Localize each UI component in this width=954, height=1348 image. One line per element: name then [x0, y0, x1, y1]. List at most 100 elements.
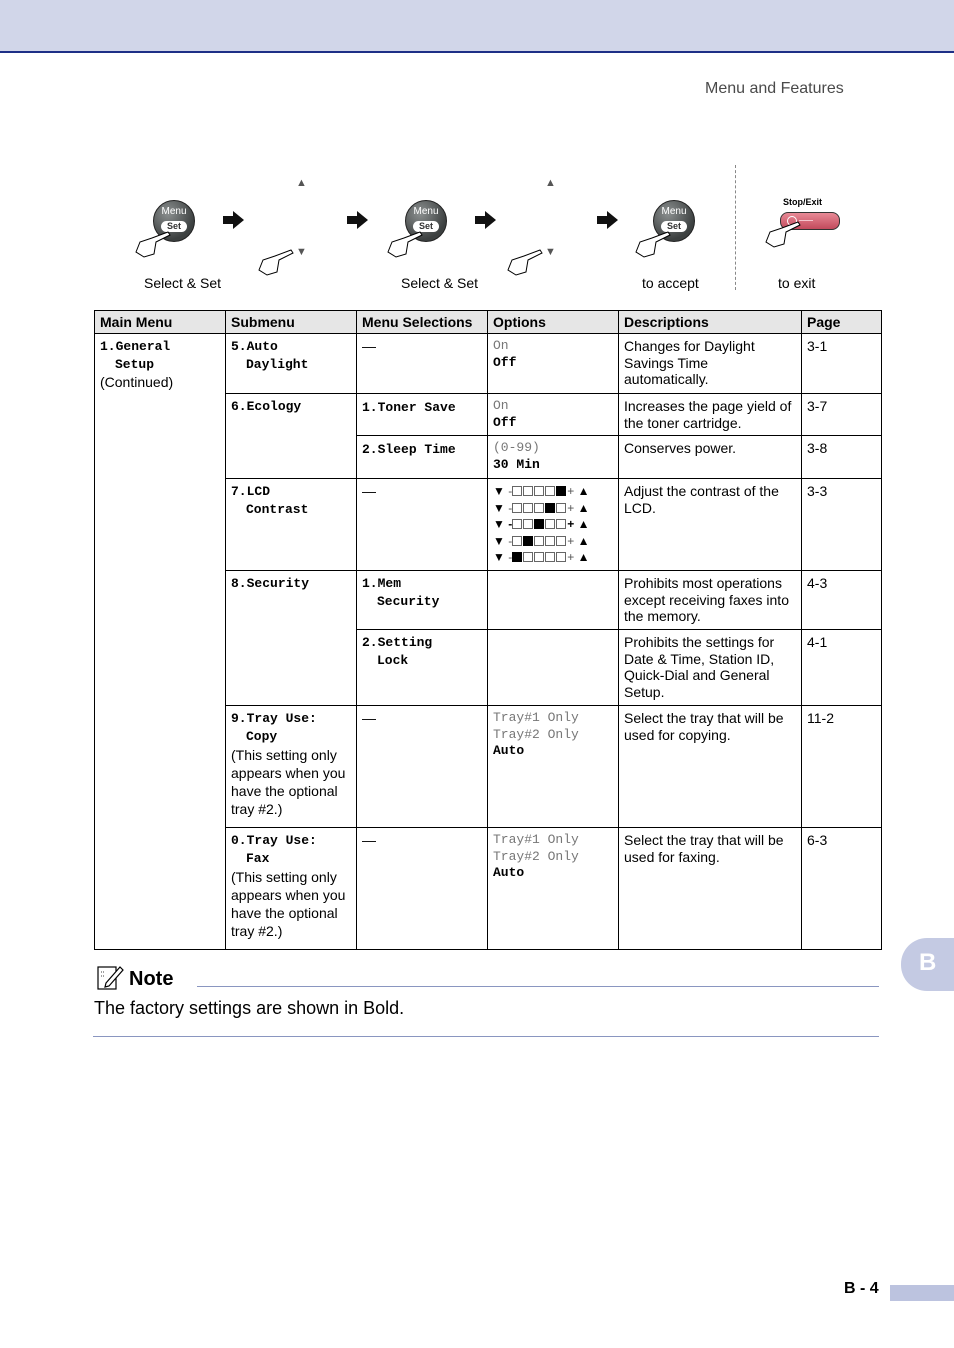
pointing-hand-icon	[135, 231, 171, 258]
step-label: Select & Set	[144, 275, 222, 291]
selection-number: 1.	[362, 400, 378, 415]
description-cell: Prohibits most operations except receivi…	[618, 570, 802, 630]
empty-square-icon	[523, 519, 534, 529]
menu-table: Main Menu Submenu Menu Selections Option…	[94, 310, 882, 950]
menu-label: Menu	[413, 206, 439, 217]
step-label: to accept	[642, 275, 699, 291]
selection-name: Security	[377, 594, 440, 609]
option-default: Auto	[493, 743, 525, 758]
submenu-name: Tray Use:	[246, 833, 317, 848]
column-header: Main Menu	[94, 310, 226, 334]
step-label: Select & Set	[401, 275, 479, 291]
table-header-row: Main Menu Submenu Menu Selections Option…	[94, 310, 882, 334]
submenu-cell: 7.LCD Contrast	[225, 478, 357, 571]
main-menu-cell: 1.General Setup (Continued)	[94, 333, 226, 950]
submenu-name: Auto	[246, 339, 278, 354]
pointing-hand-icon	[258, 249, 294, 276]
description-cell: Increases the page yield of the toner ca…	[618, 393, 802, 436]
empty-square-icon	[523, 502, 534, 513]
page-cell: 6-3	[801, 827, 882, 950]
description-cell: Changes for Daylight Savings Time automa…	[618, 333, 802, 394]
pointing-hand-icon	[635, 231, 671, 258]
page-number: B - 4	[844, 1280, 879, 1297]
plus-sign: +	[567, 533, 578, 548]
pointing-hand-icon	[387, 231, 423, 258]
empty-square-icon	[556, 552, 567, 562]
selection-cell: 1.Toner Save	[356, 393, 488, 436]
column-header: Options	[487, 310, 619, 334]
arrow-right-icon	[597, 211, 618, 229]
options-cell: Tray#1 Only Tray#2 Only Auto	[487, 705, 619, 828]
exit-label: to exit	[778, 275, 816, 291]
column-header: Submenu	[225, 310, 357, 334]
pointing-hand-icon	[507, 249, 543, 276]
down-triangle-icon: ▼	[493, 517, 509, 531]
up-arrow-icon: ▲	[296, 177, 307, 189]
down-triangle-icon: ▼	[493, 484, 509, 498]
submenu-note: (This setting only appears when you have…	[231, 747, 346, 817]
page-cell: 3-8	[801, 435, 882, 479]
page-cell: 3-1	[801, 333, 882, 394]
selection-cell: 2.Sleep Time	[356, 435, 488, 479]
options-cell: (0-99) 30 Min	[487, 435, 619, 479]
empty-square-icon	[534, 502, 545, 513]
note-pencil-icon	[97, 966, 124, 990]
up-triangle-icon: ▲	[577, 517, 590, 531]
up-triangle-icon: ▲	[577, 500, 590, 515]
selection-cell: —	[356, 827, 488, 950]
contrast-level: ▼ - + ▲	[493, 500, 613, 517]
option: Tray#2 Only	[493, 726, 579, 742]
arrow-right-icon	[347, 211, 368, 229]
submenu-name: Security	[246, 576, 310, 591]
options-cell: On Off	[487, 333, 619, 394]
option: Tray#1 Only	[493, 832, 579, 847]
submenu-cell: 0.Tray Use: Fax (This setting only appea…	[225, 827, 357, 950]
selection-cell: —	[356, 478, 488, 571]
submenu-name: Tray Use:	[246, 711, 317, 726]
selection-cell: 2.Setting Lock	[356, 629, 488, 706]
note-divider	[197, 986, 879, 987]
option-default: Auto	[493, 865, 525, 880]
menu-name-line: General	[115, 339, 171, 354]
selection-number: 2.	[362, 635, 378, 650]
chapter-tab[interactable]: B	[901, 938, 954, 991]
submenu-cell: 8.Security	[225, 570, 357, 706]
selection-name: Toner Save	[377, 400, 456, 415]
page-cell: 4-1	[801, 629, 882, 706]
empty-square-icon	[523, 552, 534, 562]
up-triangle-icon: ▲	[577, 484, 590, 498]
arrow-right-icon	[475, 211, 496, 229]
plus-sign: +	[567, 500, 578, 515]
filled-square-icon	[545, 502, 556, 513]
contrast-level: ▼ - + ▲	[493, 516, 613, 533]
submenu-name: Fax	[246, 851, 270, 866]
option: (0-99)	[493, 440, 540, 455]
selection-number: 2.	[362, 442, 378, 457]
empty-square-icon	[512, 502, 523, 513]
selection-cell: —	[356, 705, 488, 828]
empty-square-icon	[545, 535, 556, 546]
page-cell: 11-2	[801, 705, 882, 828]
selection-name: Lock	[377, 653, 409, 668]
filled-square-icon	[523, 535, 534, 546]
submenu-name: LCD	[246, 484, 271, 499]
empty-square-icon	[545, 552, 556, 562]
selection-cell: 1.Mem Security	[356, 570, 488, 630]
empty-square-icon	[534, 486, 545, 496]
filled-square-icon	[556, 486, 567, 496]
description-cell: Adjust the contrast of the LCD.	[618, 478, 802, 571]
submenu-name: Copy	[246, 729, 278, 744]
plus-sign: +	[567, 550, 578, 564]
option: Tray#1 Only	[493, 710, 579, 725]
menu-label: Menu	[161, 206, 187, 217]
description-cell: Conserves power.	[618, 435, 802, 479]
down-triangle-icon: ▼	[493, 550, 509, 564]
submenu-number: 9.	[231, 711, 247, 726]
empty-square-icon	[556, 519, 567, 529]
down-triangle-icon: ▼	[493, 533, 509, 548]
empty-square-icon	[512, 486, 523, 496]
empty-square-icon	[545, 486, 556, 496]
contrast-level: ▼ - + ▲	[493, 483, 613, 500]
empty-square-icon	[512, 535, 523, 546]
up-arrow-icon: ▲	[545, 177, 556, 189]
